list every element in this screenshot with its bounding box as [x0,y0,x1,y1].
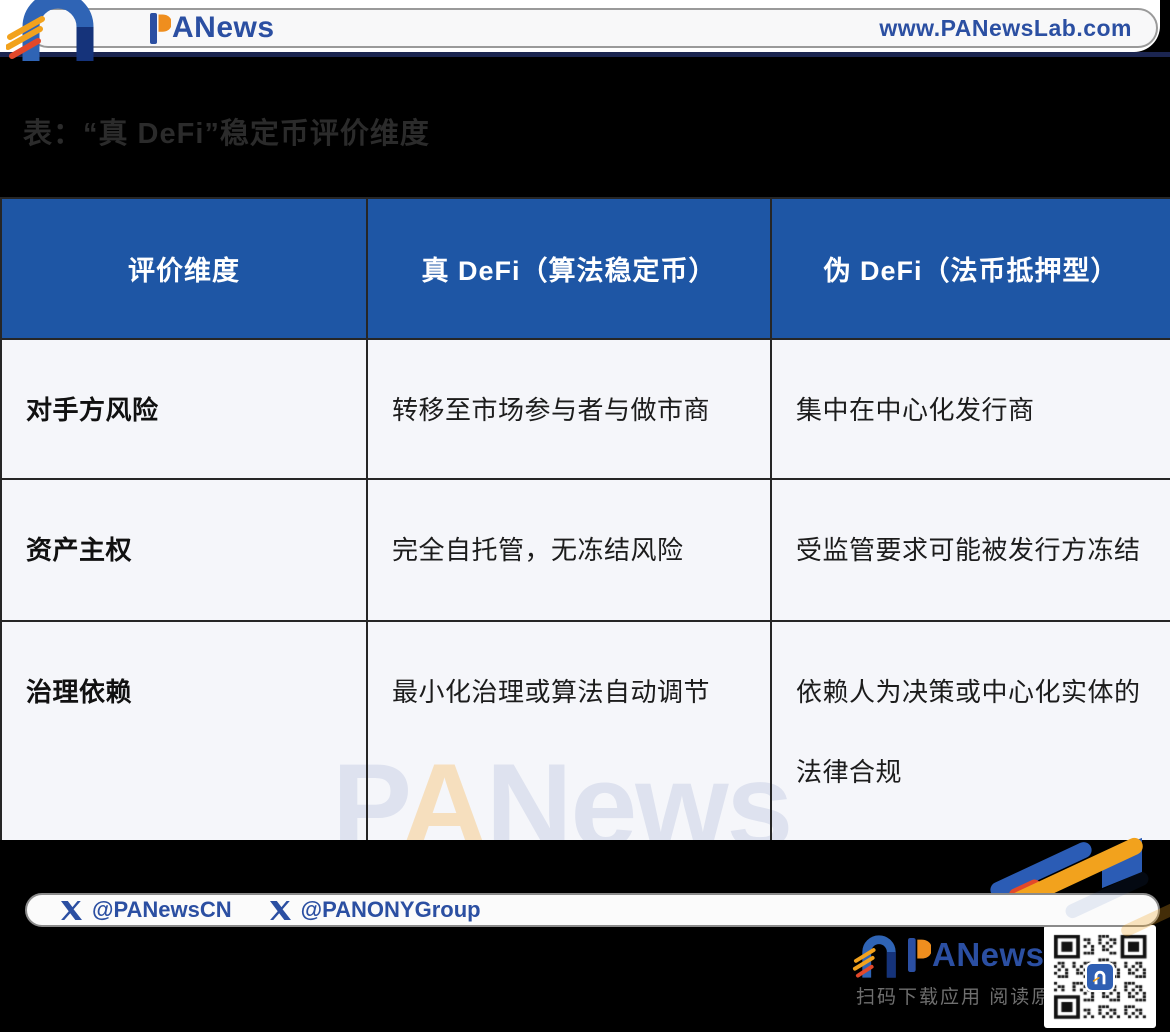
site-url: www.PANewsLab.com [879,15,1132,42]
panews-wordmark: ANews [150,11,275,45]
comparison-table-area: PANews 评价维度 真 DeFi（算法稳定币） 伪 DeFi（法币抵押型） … [0,197,1170,840]
panews-p-glyph [150,13,171,44]
cell-fake-defi: 受监管要求可能被发行方冻结 [771,479,1170,621]
row-label: 治理依赖 [1,621,367,840]
cell-fake-defi: 集中在中心化发行商 [771,339,1170,479]
panews-wordmark-rest: ANews [172,11,275,45]
page-title: 表：“真 DeFi”稳定币评价维度 [23,110,430,152]
panews-arch-logo-icon [6,0,116,61]
table-row: 治理依赖 最小化治理或算法自动调节 依赖人为决策或中心化实体的法律合规 [1,621,1170,840]
table-header-row: 评价维度 真 DeFi（算法稳定币） 伪 DeFi（法币抵押型） [1,198,1170,339]
qr-code [1044,925,1156,1028]
x-twitter-icon [270,900,291,921]
panews-wordmark-rest: ANews [932,936,1045,974]
panews-wordmark: ANews [908,936,1045,974]
header-bar: ANews www.PANewsLab.com [0,0,1170,57]
header-pill: ANews www.PANewsLab.com [28,8,1158,48]
x-twitter-icon [61,900,82,921]
row-label: 资产主权 [1,479,367,621]
footer-social-bar: @PANewsCN @PANONYGroup [25,893,1160,927]
twitter-handle-panonygroup: @PANONYGroup [270,897,481,923]
cell-true-defi: 完全自托管，无冻结风险 [367,479,771,621]
header-divider-line [0,52,1170,57]
qr-center-logo [1085,962,1115,992]
table-row: 资产主权 完全自托管，无冻结风险 受监管要求可能被发行方冻结 [1,479,1170,621]
cell-fake-defi: 依赖人为决策或中心化实体的法律合规 [771,621,1170,840]
col-header-true-defi: 真 DeFi（算法稳定币） [367,198,771,339]
col-header-fake-defi: 伪 DeFi（法币抵押型） [771,198,1170,339]
handle-label: @PANONYGroup [301,897,481,923]
table-row: 对手方风险 转移至市场参与者与做市商 集中在中心化发行商 [1,339,1170,479]
row-label: 对手方风险 [1,339,367,479]
cell-true-defi: 转移至市场参与者与做市商 [367,339,771,479]
qr-caption: 扫码下载应用 阅读原文 [856,982,1073,1009]
panews-p-glyph [908,938,931,972]
infographic-page: ANews www.PANewsLab.com 表：“真 DeFi”稳定币评价维… [0,0,1170,1032]
cell-true-defi: 最小化治理或算法自动调节 [367,621,771,840]
panews-arch-mini-icon [1092,969,1108,985]
twitter-handle-panewscn: @PANewsCN [61,897,232,923]
comparison-table: 评价维度 真 DeFi（算法稳定币） 伪 DeFi（法币抵押型） 对手方风险 转… [0,197,1170,840]
panews-arch-logo-icon [852,928,906,980]
handle-label: @PANewsCN [92,897,232,923]
col-header-dimension: 评价维度 [1,198,367,339]
